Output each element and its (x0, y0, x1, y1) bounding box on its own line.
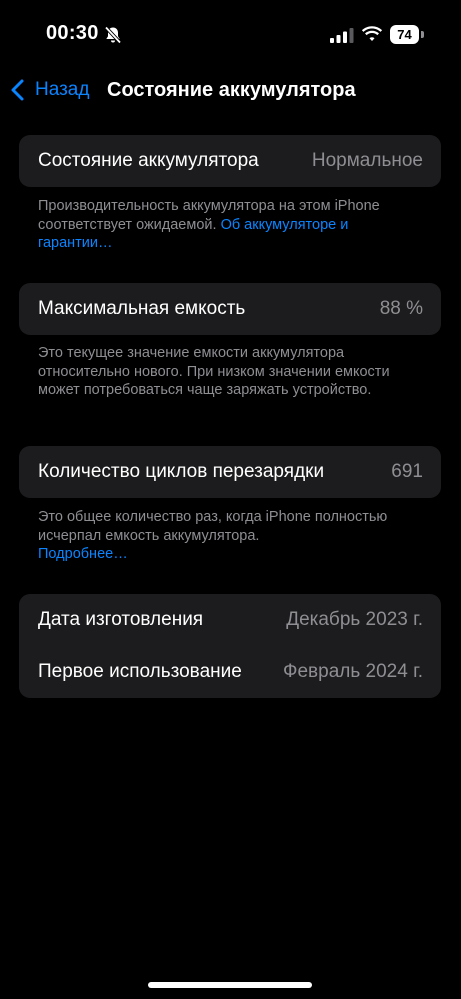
capacity-label: Максимальная емкость (38, 298, 246, 319)
cycles-value: 691 (391, 461, 423, 482)
health-group: Состояние аккумулятора Нормальное (19, 135, 441, 187)
battery-level: 74 (390, 25, 419, 44)
cycles-group: Количество циклов перезарядки 691 (19, 446, 441, 498)
page-title: Состояние аккумулятора (107, 79, 356, 101)
navigation-bar: Назад Состояние аккумулятора (0, 70, 461, 110)
manufacture-date-row: Дата изготовления Декабрь 2023 г. (19, 594, 441, 646)
status-time: 00:30 (46, 22, 99, 44)
first-use-value: Февраль 2024 г. (283, 661, 423, 682)
back-button[interactable]: Назад (10, 75, 89, 105)
manufacture-date-value: Декабрь 2023 г. (286, 609, 423, 630)
cycles-footer: Это общее количество раз, когда iPhone п… (38, 508, 413, 564)
dates-group: Дата изготовления Декабрь 2023 г. Первое… (19, 594, 441, 698)
cycles-label: Количество циклов перезарядки (38, 461, 325, 482)
battery-cap (421, 31, 424, 38)
bell-slash-icon (104, 26, 122, 44)
cellular-signal-icon (330, 28, 354, 43)
learn-more-link[interactable]: Подробнее… (38, 546, 128, 562)
battery-indicator: 74 (390, 25, 424, 44)
cycles-row: Количество циклов перезарядки 691 (19, 446, 441, 498)
chevron-left-icon (11, 79, 24, 101)
back-label: Назад (35, 79, 90, 100)
health-footer: Производительность аккумулятора на этом … (38, 197, 413, 253)
cycles-footer-text: Это общее количество раз, когда iPhone п… (38, 509, 388, 544)
health-value: Нормальное (311, 150, 423, 171)
status-bar: 00:30 74 (0, 0, 461, 70)
wifi-icon (361, 26, 383, 41)
capacity-row: Максимальная емкость 88 % (19, 283, 441, 335)
first-use-row: Первое использование Февраль 2024 г. (19, 646, 441, 698)
health-label: Состояние аккумулятора (38, 150, 259, 171)
capacity-footer: Это текущее значение емкости аккумулятор… (38, 344, 413, 400)
home-indicator[interactable] (148, 982, 312, 988)
capacity-value: 88 % (379, 298, 423, 319)
capacity-group: Максимальная емкость 88 % (19, 283, 441, 335)
capacity-footer-text: Это текущее значение емкости аккумулятор… (38, 345, 390, 398)
first-use-label: Первое использование (38, 661, 242, 682)
manufacture-date-label: Дата изготовления (38, 609, 204, 630)
health-row: Состояние аккумулятора Нормальное (19, 135, 441, 187)
battery-health-screen: 00:30 74 Назад Состояние аккумулятора Со… (0, 0, 461, 999)
